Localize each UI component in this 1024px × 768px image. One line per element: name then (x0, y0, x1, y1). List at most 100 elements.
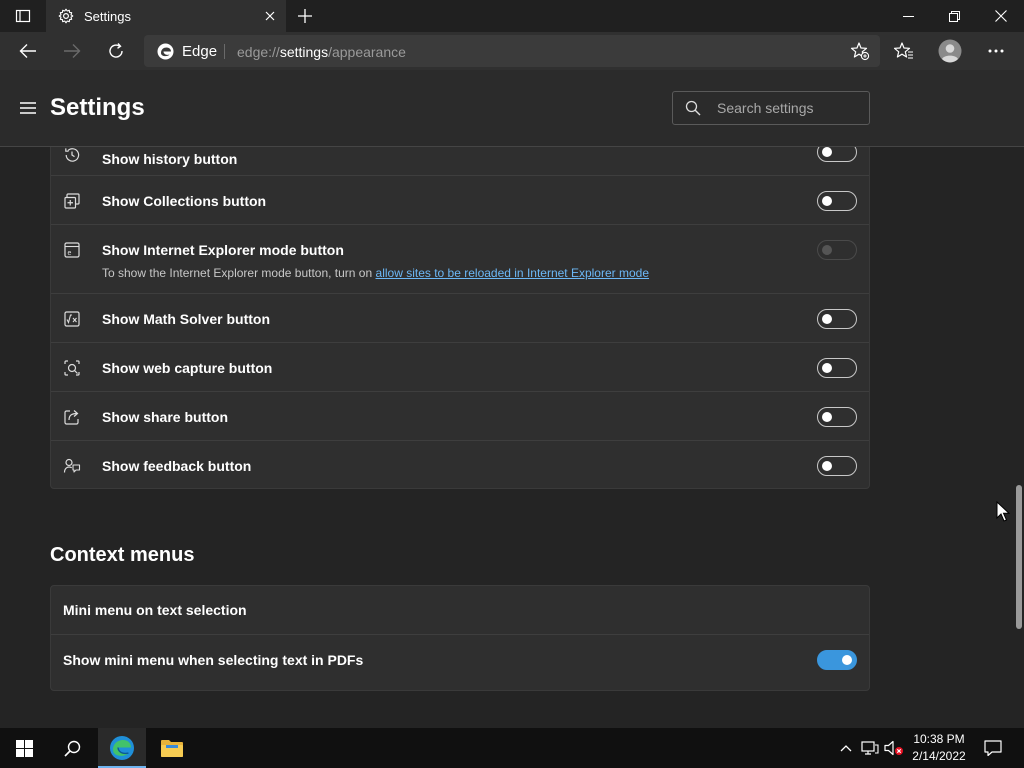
arrow-right-icon (64, 44, 81, 58)
toggle-switch[interactable] (817, 147, 857, 162)
settings-content: Show history button Show Collections but… (0, 147, 1024, 728)
add-favorite-button[interactable] (846, 37, 874, 65)
search-icon (685, 100, 701, 116)
taskbar-file-explorer-button[interactable] (148, 728, 196, 768)
forward-button[interactable] (56, 35, 88, 67)
page-title: Settings (50, 94, 145, 121)
scrollbar-thumb[interactable] (1016, 485, 1022, 629)
setting-label: Show feedback button (102, 458, 252, 474)
setting-description: To show the Internet Explorer mode butto… (102, 266, 649, 280)
toggle-knob (822, 412, 832, 422)
taskbar-edge-button[interactable] (98, 728, 146, 768)
action-center-button[interactable] (978, 728, 1008, 768)
feedback-icon (63, 458, 81, 473)
search-icon (63, 740, 80, 757)
setting-label: Show share button (102, 409, 228, 425)
network-button[interactable] (860, 738, 880, 758)
star-add-icon (850, 42, 870, 61)
search-input[interactable] (717, 97, 857, 119)
setting-label: Mini menu on text selection (63, 602, 247, 618)
toggle-knob (822, 147, 832, 157)
refresh-icon (109, 43, 123, 58)
folder-icon (161, 740, 183, 757)
edge-logo-icon (110, 736, 134, 760)
refresh-button[interactable] (100, 35, 132, 67)
favorites-icon (894, 42, 913, 59)
start-button[interactable] (0, 728, 48, 768)
more-menu-button[interactable] (980, 35, 1012, 67)
setting-row-math-solver: Show Math Solver button (51, 294, 869, 343)
system-clock[interactable]: 10:38 PM 2/14/2022 (906, 731, 972, 765)
address-bar[interactable]: Edge edge://settings/appearance (144, 35, 880, 67)
setting-label: Show Internet Explorer mode button (102, 242, 344, 258)
tab-close-button[interactable] (254, 0, 286, 32)
tab-settings[interactable]: Settings (46, 0, 286, 32)
settings-header: Settings (0, 70, 1024, 147)
toggle-switch[interactable] (817, 191, 857, 211)
web-capture-icon (64, 360, 80, 376)
setting-row-mini-menu-pdf: Show mini menu when selecting text in PD… (51, 635, 869, 684)
more-horizontal-icon (988, 49, 1004, 53)
close-icon (265, 11, 275, 21)
chevron-up-icon (840, 745, 852, 752)
edge-logo-icon (157, 43, 174, 60)
tab-actions-icon (15, 9, 31, 23)
minimize-button[interactable] (885, 0, 931, 32)
clock-time: 10:38 PM (913, 732, 965, 746)
setting-label: Show Math Solver button (102, 311, 270, 327)
window-close-button[interactable] (978, 0, 1024, 32)
favorites-button[interactable] (888, 35, 920, 67)
setting-label: Show web capture button (102, 360, 273, 376)
site-identity-label: Edge (182, 43, 218, 60)
tab-actions-button[interactable] (0, 0, 46, 32)
toggle-knob (822, 314, 832, 324)
ie-mode-settings-link[interactable]: allow sites to be reloaded in Internet E… (376, 266, 650, 280)
menu-button[interactable] (16, 96, 40, 120)
toggle-knob (822, 461, 832, 471)
toggle-switch[interactable] (817, 358, 857, 378)
setting-label: Show Collections button (102, 193, 267, 209)
search-box[interactable] (672, 91, 870, 125)
restore-button[interactable] (931, 0, 977, 32)
url-host: settings (279, 44, 329, 60)
url-path: /appearance (328, 44, 406, 60)
restore-icon (948, 10, 960, 22)
toggle-switch-on[interactable] (817, 650, 857, 670)
arrow-left-icon (19, 44, 36, 58)
toggle-knob (822, 196, 832, 206)
setting-row-collections: Show Collections button (51, 176, 869, 225)
network-icon (861, 741, 879, 755)
notification-icon (984, 740, 1002, 756)
volume-button[interactable] (884, 738, 904, 758)
avatar (938, 39, 962, 63)
tab-title: Settings (84, 8, 131, 24)
toggle-switch[interactable] (817, 407, 857, 427)
search-button[interactable] (48, 728, 96, 768)
context-menus-card: Mini menu on text selection Show mini me… (50, 585, 870, 691)
setting-row-mini-menu: Mini menu on text selection (51, 586, 869, 635)
mouse-cursor-icon (996, 501, 1010, 522)
taskbar: 10:38 PM 2/14/2022 (0, 728, 1024, 768)
setting-label: Show history button (102, 151, 238, 167)
collections-icon (64, 193, 80, 209)
toggle-switch-disabled (817, 240, 857, 260)
back-button[interactable] (12, 35, 44, 67)
url-scheme: edge:// (237, 44, 280, 60)
clock-date: 2/14/2022 (912, 749, 966, 763)
profile-button[interactable] (934, 35, 966, 67)
plus-icon (298, 9, 312, 23)
address-divider (224, 44, 225, 59)
address-url: edge://settings/appearance (237, 44, 406, 60)
history-icon (65, 148, 80, 162)
toggle-switch[interactable] (817, 456, 857, 476)
toggle-switch[interactable] (817, 309, 857, 329)
setting-row-web-capture: Show web capture button (51, 343, 869, 392)
svg-text:e: e (68, 250, 72, 257)
math-solver-icon (64, 311, 80, 327)
new-tab-button[interactable] (288, 0, 322, 32)
setting-row-ie-mode: e Show Internet Explorer mode button To … (51, 225, 869, 294)
setting-row-feedback: Show feedback button (51, 441, 869, 490)
show-hidden-icons-button[interactable] (836, 738, 856, 758)
toolbar-buttons-card: Show history button Show Collections but… (50, 147, 870, 489)
setting-label: Show mini menu when selecting text in PD… (63, 652, 364, 668)
